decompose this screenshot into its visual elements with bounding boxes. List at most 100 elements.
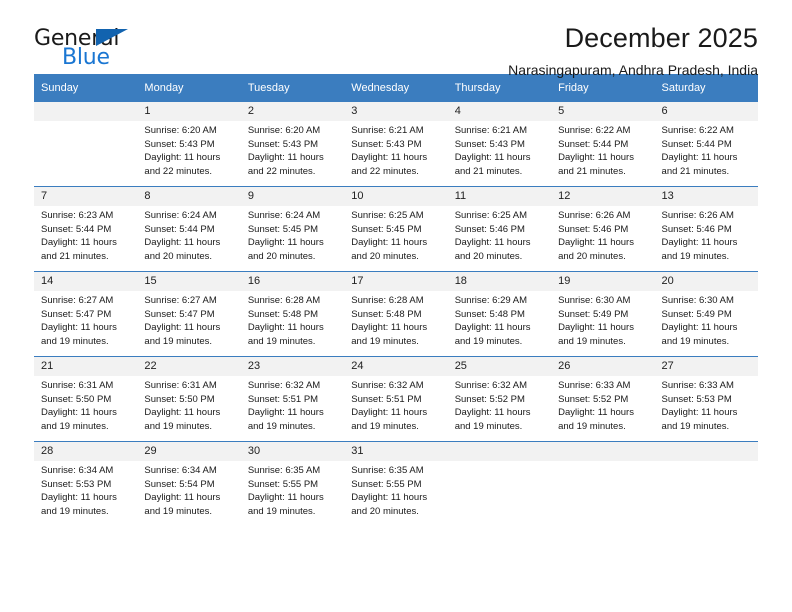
day-cell-19[interactable]: 19 Sunrise: 6:30 AM Sunset: 5:49 PM Dayligh… bbox=[551, 271, 655, 357]
day-cell-13[interactable]: 13 Sunrise: 6:26 AM Sunset: 5:46 PM Dayligh… bbox=[654, 186, 758, 272]
day-cell-22[interactable]: 22 Sunrise: 6:31 AM Sunset: 5:50 PM Dayligh… bbox=[137, 356, 241, 442]
day-detail-line: and 19 minutes. bbox=[351, 420, 419, 432]
day-details: Sunrise: 6:28 AM Sunset: 5:48 PM Daylight:… bbox=[241, 291, 344, 348]
day-cell-14[interactable]: 14 Sunrise: 6:27 AM Sunset: 5:47 PM Dayligh… bbox=[34, 271, 138, 357]
day-cell-18[interactable]: 18 Sunrise: 6:29 AM Sunset: 5:48 PM Dayligh… bbox=[447, 271, 552, 357]
day-number: 26 bbox=[551, 357, 655, 376]
day-cell-1[interactable]: 1 Sunrise: 6:20 AM Sunset: 5:43 PM Daylight… bbox=[137, 102, 241, 187]
day-detail-line: Sunrise: 6:30 AM bbox=[661, 295, 734, 306]
day-number: 9 bbox=[240, 187, 345, 206]
day-detail-line: Daylight: 11 hours bbox=[144, 407, 221, 419]
day-details: Sunrise: 6:23 AM Sunset: 5:44 PM Daylight:… bbox=[34, 206, 137, 263]
day-detail-line: Sunset: 5:49 PM bbox=[558, 308, 629, 320]
day-detail-line: Daylight: 11 hours bbox=[454, 407, 531, 419]
weekday-header-wednesday: Wednesday bbox=[344, 74, 448, 102]
day-cell-15[interactable]: 15 Sunrise: 6:27 AM Sunset: 5:47 PM Dayligh… bbox=[137, 271, 241, 357]
day-detail-line: Daylight: 11 hours bbox=[144, 152, 221, 164]
day-cell-30[interactable]: 30 Sunrise: 6:35 AM Sunset: 5:55 PM Dayligh… bbox=[240, 441, 345, 526]
day-number: 21 bbox=[34, 357, 138, 376]
day-detail-line: Sunrise: 6:27 AM bbox=[144, 295, 217, 306]
day-detail-line: Sunset: 5:44 PM bbox=[144, 223, 215, 235]
day-detail-line: Sunrise: 6:28 AM bbox=[351, 295, 424, 306]
day-detail-line: Sunset: 5:55 PM bbox=[247, 478, 319, 490]
day-detail-line: Daylight: 11 hours bbox=[144, 492, 221, 504]
day-detail-line: and 19 minutes. bbox=[454, 420, 523, 432]
day-cell-4[interactable]: 4 Sunrise: 6:21 AM Sunset: 5:43 PM Daylight… bbox=[447, 102, 552, 187]
day-detail-line: and 20 minutes. bbox=[351, 250, 419, 262]
day-detail-line: and 21 minutes. bbox=[454, 165, 523, 177]
day-cell-2[interactable]: 2 Sunrise: 6:20 AM Sunset: 5:43 PM Daylight… bbox=[240, 102, 345, 187]
day-detail-line: and 19 minutes. bbox=[661, 250, 730, 262]
day-detail-line: Daylight: 11 hours bbox=[247, 492, 324, 504]
day-details: Sunrise: 6:31 AM Sunset: 5:50 PM Daylight:… bbox=[34, 376, 137, 433]
day-detail-line: Daylight: 11 hours bbox=[558, 407, 634, 419]
day-cell-16[interactable]: 16 Sunrise: 6:28 AM Sunset: 5:48 PM Dayligh… bbox=[240, 271, 345, 357]
day-cell-28[interactable]: 28 Sunrise: 6:34 AM Sunset: 5:53 PM Dayligh… bbox=[34, 441, 138, 526]
day-detail-line: and 19 minutes. bbox=[247, 505, 316, 517]
day-detail-line: and 19 minutes. bbox=[41, 420, 109, 432]
day-cell-7[interactable]: 7 Sunrise: 6:23 AM Sunset: 5:44 PM Daylight… bbox=[34, 186, 138, 272]
day-details: Sunrise: 6:30 AM Sunset: 5:49 PM Daylight:… bbox=[655, 291, 758, 348]
day-detail-line: and 20 minutes. bbox=[558, 250, 626, 262]
day-cell-27[interactable]: 27 Sunrise: 6:33 AM Sunset: 5:53 PM Dayligh… bbox=[654, 356, 758, 442]
day-cell-9[interactable]: 9 Sunrise: 6:24 AM Sunset: 5:45 PM Daylight… bbox=[240, 186, 345, 272]
day-cell-6[interactable]: 6 Sunrise: 6:22 AM Sunset: 5:44 PM Daylight… bbox=[654, 102, 758, 187]
day-detail-line: Daylight: 11 hours bbox=[454, 152, 531, 164]
day-number: 31 bbox=[344, 442, 448, 461]
day-detail-line: Sunset: 5:47 PM bbox=[41, 308, 112, 320]
day-detail-line: Daylight: 11 hours bbox=[558, 322, 634, 334]
day-detail-line: Daylight: 11 hours bbox=[247, 237, 324, 249]
day-details: Sunrise: 6:31 AM Sunset: 5:50 PM Daylight:… bbox=[137, 376, 240, 433]
day-detail-line: Sunset: 5:53 PM bbox=[41, 478, 112, 490]
day-detail-line: Daylight: 11 hours bbox=[661, 152, 738, 164]
day-details: Sunrise: 6:30 AM Sunset: 5:49 PM Daylight:… bbox=[551, 291, 654, 348]
day-detail-line: Daylight: 11 hours bbox=[144, 237, 221, 249]
day-detail-line: Sunset: 5:55 PM bbox=[351, 478, 422, 490]
day-details: Sunrise: 6:33 AM Sunset: 5:52 PM Daylight:… bbox=[551, 376, 654, 433]
day-number: 25 bbox=[447, 357, 552, 376]
day-cell-31[interactable]: 31 Sunrise: 6:35 AM Sunset: 5:55 PM Dayligh… bbox=[344, 441, 448, 526]
day-detail-line: Daylight: 11 hours bbox=[351, 492, 428, 504]
calendar-week-row: 7 Sunrise: 6:23 AM Sunset: 5:44 PM Daylight… bbox=[34, 186, 758, 272]
general-blue-logo[interactable]: General Blue bbox=[34, 26, 234, 76]
day-detail-line: and 19 minutes. bbox=[144, 335, 213, 347]
day-detail-line: and 21 minutes. bbox=[558, 165, 626, 177]
day-cell-25[interactable]: 25 Sunrise: 6:32 AM Sunset: 5:52 PM Dayligh… bbox=[447, 356, 552, 442]
day-cell-5[interactable]: 5 Sunrise: 6:22 AM Sunset: 5:44 PM Daylight… bbox=[551, 102, 655, 187]
day-detail-line: Sunset: 5:52 PM bbox=[558, 393, 629, 405]
day-detail-line: and 19 minutes. bbox=[247, 420, 316, 432]
day-cell-24[interactable]: 24 Sunrise: 6:32 AM Sunset: 5:51 PM Dayligh… bbox=[344, 356, 448, 442]
day-number: 20 bbox=[654, 272, 758, 291]
day-detail-line: and 20 minutes. bbox=[454, 250, 523, 262]
day-details: Sunrise: 6:25 AM Sunset: 5:46 PM Daylight:… bbox=[448, 206, 551, 263]
day-detail-line: Sunrise: 6:29 AM bbox=[454, 295, 528, 306]
brand-triangle-icon bbox=[96, 29, 128, 46]
day-detail-line: Daylight: 11 hours bbox=[247, 152, 324, 164]
day-details bbox=[34, 121, 137, 124]
day-detail-line: Sunset: 5:49 PM bbox=[661, 308, 732, 320]
day-cell-17[interactable]: 17 Sunrise: 6:28 AM Sunset: 5:48 PM Dayligh… bbox=[344, 271, 448, 357]
day-number: 16 bbox=[240, 272, 345, 291]
day-cell-10[interactable]: 10 Sunrise: 6:25 AM Sunset: 5:45 PM Dayligh… bbox=[344, 186, 448, 272]
day-detail-line: Sunrise: 6:33 AM bbox=[661, 380, 734, 391]
day-detail-line: Sunset: 5:45 PM bbox=[351, 223, 422, 235]
day-detail-line: Sunset: 5:44 PM bbox=[41, 223, 112, 235]
day-cell-11[interactable]: 11 Sunrise: 6:25 AM Sunset: 5:46 PM Dayligh… bbox=[447, 186, 552, 272]
day-cell-empty bbox=[34, 102, 138, 187]
day-cell-8[interactable]: 8 Sunrise: 6:24 AM Sunset: 5:44 PM Daylight… bbox=[137, 186, 241, 272]
day-cell-29[interactable]: 29 Sunrise: 6:34 AM Sunset: 5:54 PM Dayligh… bbox=[137, 441, 241, 526]
weekday-header-tuesday: Tuesday bbox=[240, 74, 345, 102]
day-cell-12[interactable]: 12 Sunrise: 6:26 AM Sunset: 5:46 PM Dayligh… bbox=[551, 186, 655, 272]
day-detail-line: Sunset: 5:47 PM bbox=[144, 308, 215, 320]
day-cell-21[interactable]: 21 Sunrise: 6:31 AM Sunset: 5:50 PM Dayligh… bbox=[34, 356, 138, 442]
day-detail-line: Sunset: 5:51 PM bbox=[247, 393, 319, 405]
day-detail-line: Daylight: 11 hours bbox=[41, 237, 117, 249]
calendar-week-row: 28 Sunrise: 6:34 AM Sunset: 5:53 PM Dayligh… bbox=[34, 441, 758, 526]
day-cell-3[interactable]: 3 Sunrise: 6:21 AM Sunset: 5:43 PM Daylight… bbox=[344, 102, 448, 187]
day-detail-line: Sunrise: 6:24 AM bbox=[144, 210, 217, 221]
day-cell-26[interactable]: 26 Sunrise: 6:33 AM Sunset: 5:52 PM Dayligh… bbox=[551, 356, 655, 442]
day-cell-20[interactable]: 20 Sunrise: 6:30 AM Sunset: 5:49 PM Dayligh… bbox=[654, 271, 758, 357]
day-detail-line: Daylight: 11 hours bbox=[351, 407, 428, 419]
day-detail-line: Daylight: 11 hours bbox=[558, 237, 634, 249]
day-cell-23[interactable]: 23 Sunrise: 6:32 AM Sunset: 5:51 PM Dayligh… bbox=[240, 356, 345, 442]
